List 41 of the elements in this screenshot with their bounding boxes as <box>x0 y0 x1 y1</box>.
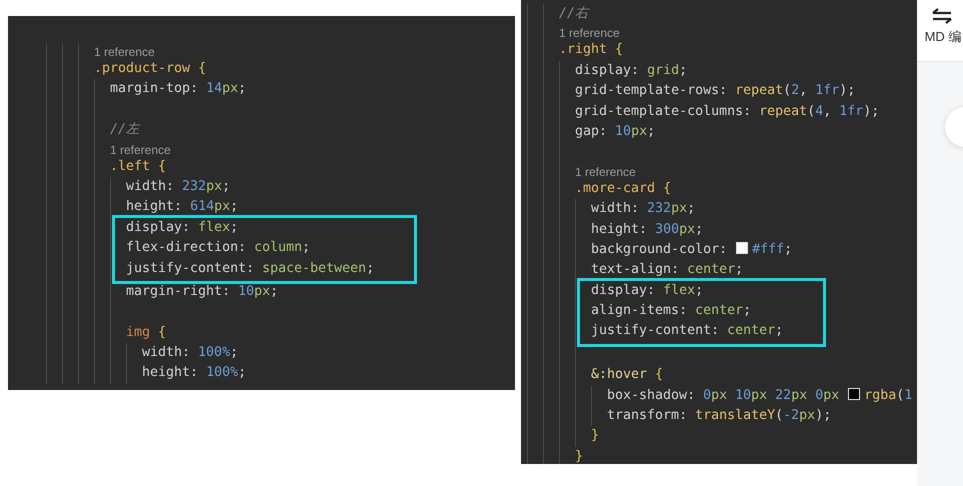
code-text: #fff; <box>752 242 792 257</box>
code-line: justify-content: space-between; <box>126 260 374 276</box>
code-line: .product-row { <box>94 61 206 76</box>
code-line: margin-right: 10px; <box>126 284 278 299</box>
code-line: display: flex; <box>126 220 238 235</box>
code-line: height: 300px; <box>591 222 704 237</box>
reference-count-link[interactable]: 1 reference <box>94 45 155 59</box>
code-text: background-color: <box>591 242 728 257</box>
code-line: .left { <box>110 158 166 174</box>
code-line: justify-content: center; <box>591 323 784 338</box>
code-text: box-shadow: 0px 10px 22px 0px <box>607 388 840 403</box>
code-line: margin-top: 14px; <box>110 81 246 96</box>
code-line: grid-template-columns: repeat(4, 1fr); <box>575 104 880 119</box>
code-line: transform: translateY(-2px); <box>607 408 832 424</box>
swap-icon[interactable] <box>931 8 953 24</box>
code-line: height: 614px; <box>126 199 238 214</box>
code-line: //右 <box>559 6 588 21</box>
reference-count-link[interactable]: 1 reference <box>559 26 620 40</box>
reference-count-link[interactable]: 1 reference <box>575 164 636 179</box>
code-line: .right { <box>559 42 624 58</box>
code-line: } <box>591 428 600 444</box>
code-line: &:hover { <box>591 367 664 382</box>
code-text: rgba(1 <box>864 388 912 403</box>
code-line: width: 232px; <box>591 201 696 216</box>
code-line: text-align: center; <box>591 262 744 278</box>
code-line: display: grid; <box>575 62 688 78</box>
code-line: height: 100%; <box>142 365 246 380</box>
code-line: flex-direction: column; <box>126 240 310 256</box>
code-line: width: 232px; <box>126 178 230 194</box>
code-line: grid-template-rows: repeat(2, 1fr); <box>575 83 856 98</box>
code-line: align-items: center; <box>591 303 752 318</box>
code-line: img { <box>126 324 166 340</box>
code-line: //左 <box>110 122 140 138</box>
code-line: width: 100%; <box>142 345 238 360</box>
color-swatch-icon[interactable] <box>848 388 860 400</box>
color-swatch-icon[interactable] <box>736 242 748 254</box>
code-line: display: flex; <box>591 282 704 298</box>
code-line: } <box>575 448 584 464</box>
code-line: .more-card { <box>575 180 672 196</box>
code-line: gap: 10px; <box>575 124 656 139</box>
reference-count-link[interactable]: 1 reference <box>110 142 171 157</box>
